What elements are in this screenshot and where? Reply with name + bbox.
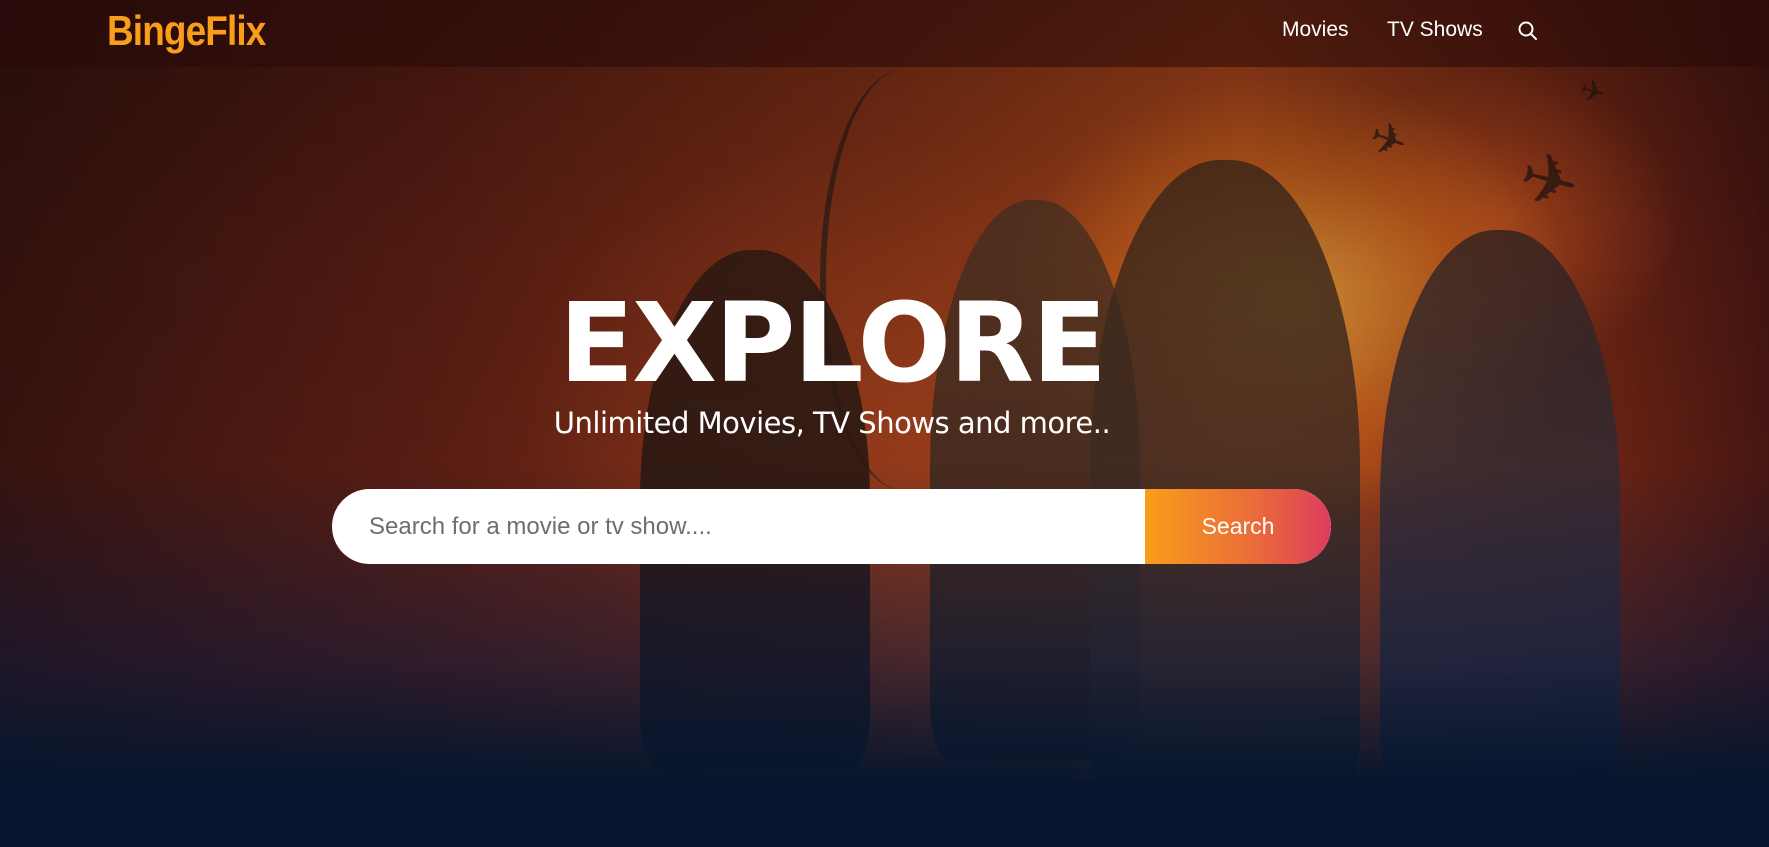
search-form: Search — [332, 489, 1331, 564]
hero-section: EXPLORE Unlimited Movies, TV Shows and m… — [0, 0, 1769, 847]
search-icon-svg — [1518, 21, 1537, 40]
hero-title: EXPLORE — [558, 279, 1107, 407]
nav-link-tv-shows[interactable]: TV Shows — [1387, 18, 1483, 42]
search-icon[interactable] — [1516, 19, 1540, 43]
hero-subtitle: Unlimited Movies, TV Shows and more.. — [553, 406, 1111, 440]
page: ✈ ✈ ✈ BingeFlix Movies TV Shows EXPLORE … — [0, 0, 1769, 847]
site-header: BingeFlix Movies TV Shows — [0, 0, 1769, 67]
nav-link-movies[interactable]: Movies — [1282, 18, 1349, 42]
search-button[interactable]: Search — [1145, 489, 1331, 564]
site-logo[interactable]: BingeFlix — [107, 7, 266, 55]
search-input[interactable] — [332, 489, 1145, 564]
